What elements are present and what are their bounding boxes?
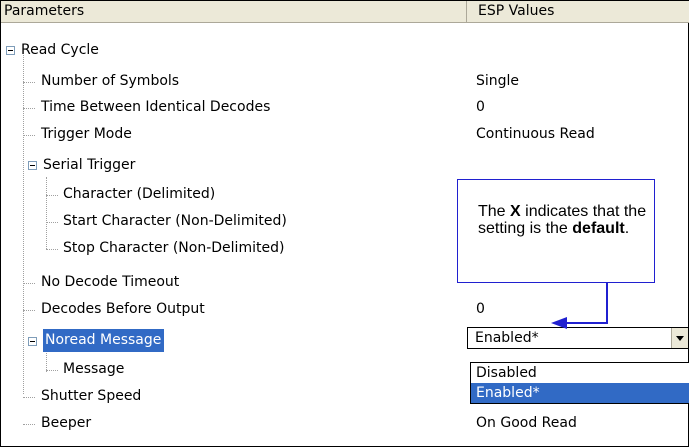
tree-row-shutter-speed[interactable]: Shutter Speed: [1, 385, 467, 408]
tree-row-message[interactable]: Message: [1, 358, 467, 381]
column-header-esp-values[interactable]: ESP Values: [467, 1, 689, 23]
callout-arrow-icon: [551, 283, 608, 329]
value-number-of-symbols[interactable]: Single: [476, 70, 519, 93]
callout-text: The X indicates that the setting is the …: [478, 203, 648, 237]
callout-default-word: default: [572, 220, 625, 237]
chevron-down-icon[interactable]: [671, 328, 688, 348]
noread-message-dropdown: Disabled Enabled*: [470, 362, 689, 404]
tree-row-beeper[interactable]: Beeper: [1, 412, 467, 435]
tree-row-number-of-symbols[interactable]: Number of Symbols: [1, 70, 467, 93]
tree-row-read-cycle[interactable]: Read Cycle: [1, 39, 467, 62]
tree-row-label: Stop Character (Non-Delimited): [63, 240, 285, 256]
tree-row-time-between-identical-decodes[interactable]: Time Between Identical Decodes: [1, 96, 467, 119]
option-disabled[interactable]: Disabled: [471, 363, 689, 383]
tree-row-label: Read Cycle: [21, 42, 99, 58]
tree-row-no-decode-timeout[interactable]: No Decode Timeout: [1, 271, 467, 294]
tree-row-stop-character[interactable]: Stop Character (Non-Delimited): [1, 237, 467, 260]
tree-row-label: Character (Delimited): [63, 186, 216, 202]
tree-row-character-delimited[interactable]: Character (Delimited): [1, 183, 467, 206]
tree-row-noread-message[interactable]: Noread Message: [1, 329, 467, 352]
tree-row-label: Shutter Speed: [41, 388, 142, 404]
value-beeper[interactable]: On Good Read: [476, 412, 577, 435]
callout-text-part: The: [478, 203, 511, 220]
tree-row-serial-trigger[interactable]: Serial Trigger: [1, 154, 467, 177]
value-decodes-before-output[interactable]: 0: [476, 298, 485, 321]
tree-row-start-character[interactable]: Start Character (Non-Delimited): [1, 210, 467, 233]
tree-row-label: Start Character (Non-Delimited): [63, 213, 287, 229]
esp-parameter-tree-window: Parameters ESP Values Read Cycle Number …: [0, 0, 689, 447]
tree-row-label: Beeper: [41, 415, 92, 431]
tree-row-trigger-mode[interactable]: Trigger Mode: [1, 123, 467, 146]
column-header-parameters[interactable]: Parameters: [1, 1, 467, 23]
default-callout: The X indicates that the setting is the …: [457, 179, 655, 283]
tree-row-label: Time Between Identical Decodes: [41, 99, 271, 115]
tree-row-label-selected: Noread Message: [43, 329, 165, 352]
tree-row-label: Trigger Mode: [41, 126, 132, 142]
tree-row-label: No Decode Timeout: [41, 274, 180, 290]
value-time-between-identical-decodes[interactable]: 0: [476, 96, 485, 119]
callout-text-part: .: [624, 220, 630, 237]
tree-row-label: Decodes Before Output: [41, 301, 205, 317]
tree-row-label: Number of Symbols: [41, 73, 180, 89]
tree-row-label: Message: [63, 361, 125, 377]
value-trigger-mode[interactable]: Continuous Read: [476, 123, 595, 146]
tree-row-label: Serial Trigger: [43, 157, 136, 173]
callout-x-mark: X: [510, 203, 521, 220]
tree-row-decodes-before-output[interactable]: Decodes Before Output: [1, 298, 467, 321]
option-enabled[interactable]: Enabled*: [471, 383, 689, 403]
